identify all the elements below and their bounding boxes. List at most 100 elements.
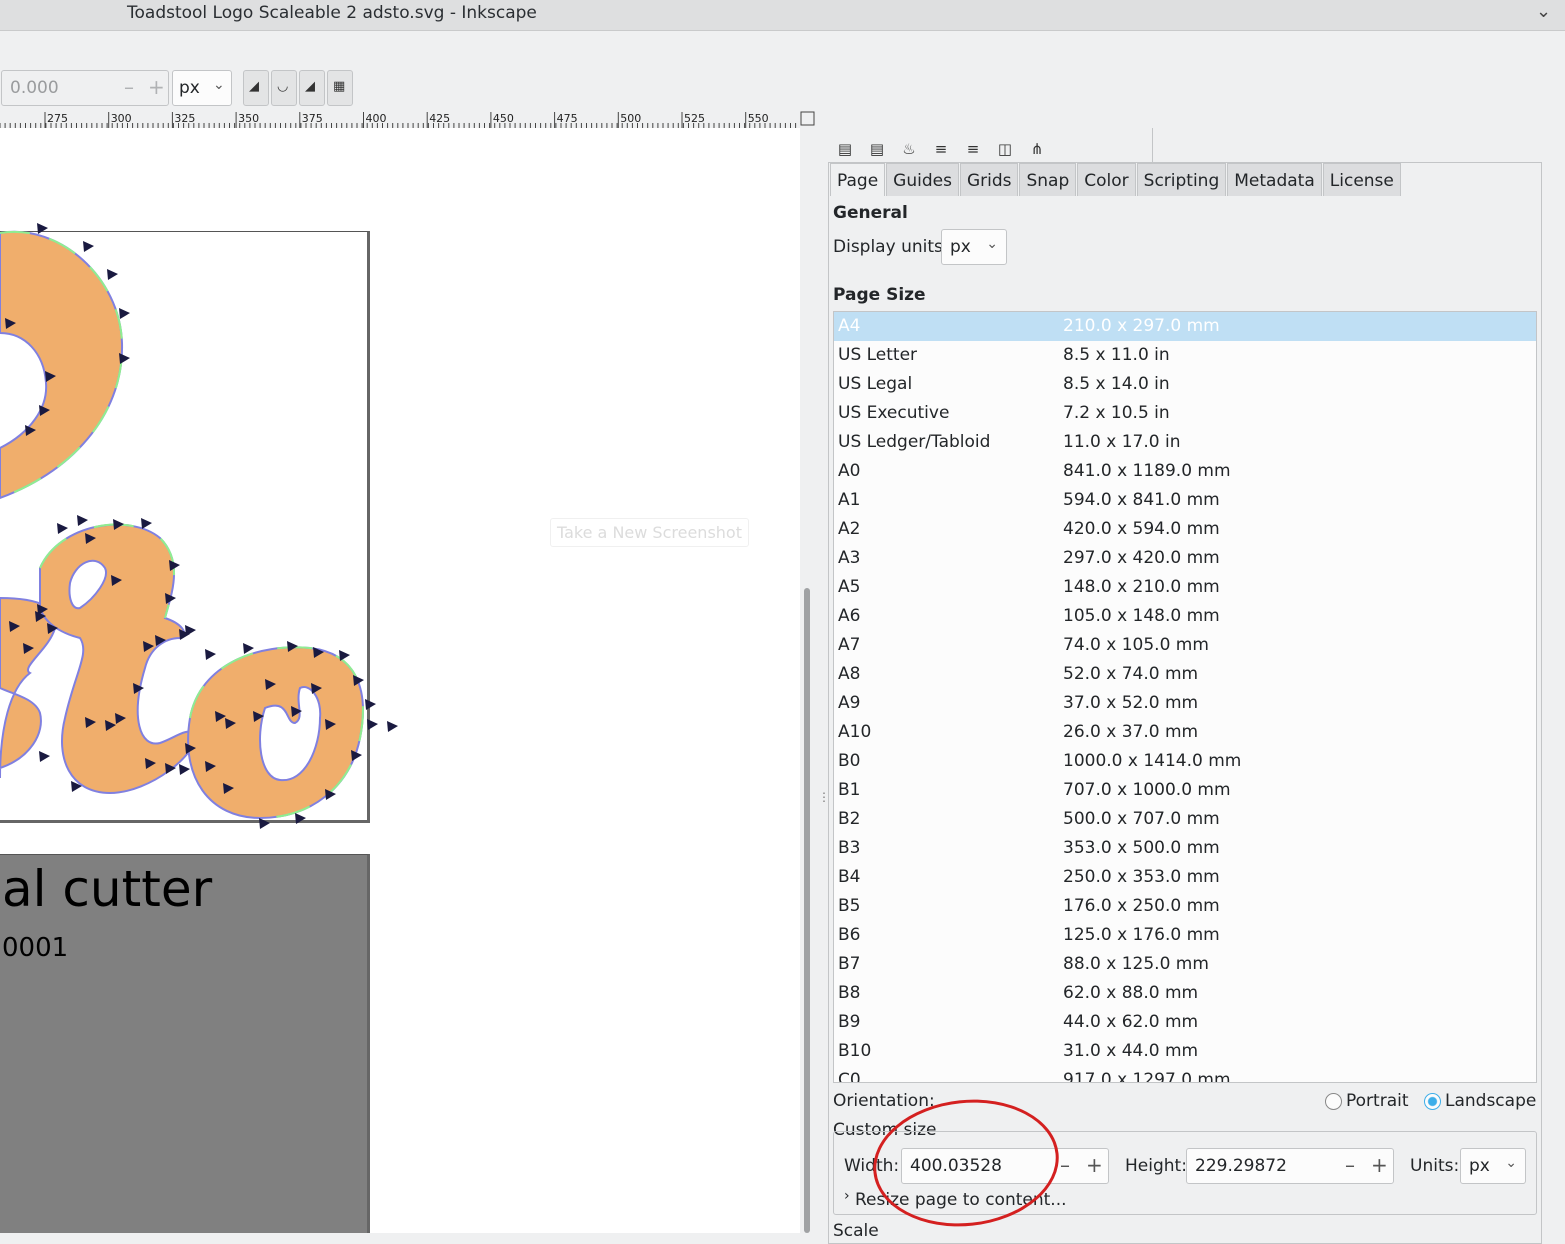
page-size-row[interactable]: B3 353.0 x 500.0 mm: [834, 834, 1536, 863]
page-size-row[interactable]: B4 250.0 x 353.0 mm: [834, 863, 1536, 892]
page-size-dimensions: 594.0 x 841.0 mm: [1063, 490, 1220, 510]
width-decrement-button[interactable]: –: [1060, 1153, 1070, 1177]
landscape-radio[interactable]: [1424, 1093, 1441, 1110]
page-size-row[interactable]: US Executive 7.2 x 10.5 in: [834, 399, 1536, 428]
node-handle[interactable]: [77, 515, 88, 526]
node-handle[interactable]: [205, 649, 216, 660]
snap-toggle-button[interactable]: ▦: [327, 70, 353, 106]
page-size-row[interactable]: US Legal 8.5 x 14.0 in: [834, 370, 1536, 399]
page-size-row[interactable]: A9 37.0 x 52.0 mm: [834, 689, 1536, 718]
page-size-list[interactable]: A4 210.0 x 297.0 mm US Letter 8.5 x 11.0 in…: [833, 311, 1537, 1083]
node-handle[interactable]: [243, 643, 254, 654]
page-size-row[interactable]: B8 62.0 x 88.0 mm: [834, 979, 1536, 1008]
node-handle[interactable]: [37, 223, 48, 234]
page-size-row[interactable]: B6 125.0 x 176.0 mm: [834, 921, 1536, 950]
logo-artwork[interactable]: [0, 128, 800, 848]
page-size-row[interactable]: C0 917.0 x 1297.0 mm: [834, 1066, 1536, 1082]
page-size-row[interactable]: A8 52.0 x 74.0 mm: [834, 660, 1536, 689]
tab-color[interactable]: Color: [1077, 163, 1136, 196]
tab-page[interactable]: Page: [830, 163, 886, 196]
snap-toggle-button[interactable]: ◢: [243, 70, 269, 106]
toolbar-unit-select[interactable]: px ⌄: [172, 70, 232, 106]
node-handle[interactable]: [141, 518, 152, 529]
layers-dock-icon[interactable]: ◫: [992, 136, 1018, 162]
page-size-row[interactable]: B10 31.0 x 44.0 mm: [834, 1037, 1536, 1066]
chevron-down-icon: ⌄: [213, 77, 225, 93]
snap-toggle-button[interactable]: ◢: [299, 70, 325, 106]
node-handle[interactable]: [259, 818, 270, 829]
page-size-row[interactable]: B9 44.0 x 62.0 mm: [834, 1008, 1536, 1037]
page-size-row[interactable]: US Ledger/Tabloid 11.0 x 17.0 in: [834, 428, 1536, 457]
node-handle[interactable]: [387, 721, 398, 732]
increment-button[interactable]: +: [148, 75, 165, 99]
drawing-canvas[interactable]: al cutter 0001 Take a New Screenshot: [0, 128, 800, 1233]
canvas-vertical-scrollbar[interactable]: [800, 128, 818, 1233]
node-handle[interactable]: [179, 764, 190, 775]
value-spinbox[interactable]: 0.000 – +: [1, 70, 169, 106]
horizontal-ruler[interactable]: 275 300 325 350 375 400 425 450 475 500 525 550: [0, 110, 818, 129]
align-dock-icon[interactable]: ≡: [928, 136, 954, 162]
node-handle[interactable]: [339, 650, 350, 661]
fill-stroke-dock-icon[interactable]: ▤: [832, 136, 858, 162]
page-size-row[interactable]: A5 148.0 x 210.0 mm: [834, 573, 1536, 602]
tab-guides[interactable]: Guides: [886, 163, 959, 196]
paint-bucket-dock-icon[interactable]: ♨: [896, 136, 922, 162]
transform-dock-icon[interactable]: ⋔: [1024, 136, 1050, 162]
page-size-row[interactable]: A0 841.0 x 1189.0 mm: [834, 457, 1536, 486]
height-value[interactable]: 229.29872: [1195, 1156, 1287, 1176]
ruler-tick-label: 300: [111, 112, 132, 125]
node-handle[interactable]: [83, 241, 94, 252]
landscape-label[interactable]: Landscape: [1445, 1091, 1536, 1111]
document-properties-dock-icon[interactable]: ▤: [864, 136, 890, 164]
node-handle[interactable]: [39, 751, 50, 762]
page-size-row[interactable]: A3 297.0 x 420.0 mm: [834, 544, 1536, 573]
node-handle[interactable]: [295, 813, 306, 824]
resize-page-to-content-expander[interactable]: Resize page to content...: [855, 1190, 1067, 1210]
page-size-row[interactable]: B5 176.0 x 250.0 mm: [834, 892, 1536, 921]
page-size-row[interactable]: US Letter 8.5 x 11.0 in: [834, 341, 1536, 370]
page-size-row[interactable]: A1 594.0 x 841.0 mm: [834, 486, 1536, 515]
width-increment-button[interactable]: +: [1086, 1153, 1103, 1177]
display-units-select[interactable]: px ⌄: [941, 229, 1007, 265]
text-dock-icon[interactable]: ≡: [960, 136, 986, 162]
page-size-row[interactable]: B2 500.0 x 707.0 mm: [834, 805, 1536, 834]
height-increment-button[interactable]: +: [1371, 1153, 1388, 1177]
node-handle[interactable]: [367, 719, 378, 730]
page-size-row[interactable]: A7 74.0 x 105.0 mm: [834, 631, 1536, 660]
height-decrement-button[interactable]: –: [1345, 1153, 1355, 1177]
tab-grids[interactable]: Grids: [959, 163, 1019, 196]
text-frame[interactable]: al cutter 0001: [0, 854, 370, 1233]
page-size-row[interactable]: A6 105.0 x 148.0 mm: [834, 602, 1536, 631]
custom-size-frame: Width: 400.03528 – + Height: 229.29872 –…: [833, 1131, 1537, 1215]
page-size-name: A1: [838, 490, 861, 510]
value-spinbox-text[interactable]: 0.000: [10, 78, 59, 98]
page-size-row[interactable]: A2 420.0 x 594.0 mm: [834, 515, 1536, 544]
width-value[interactable]: 400.03528: [910, 1156, 1002, 1176]
page-size-row[interactable]: A10 26.0 x 37.0 mm: [834, 718, 1536, 747]
tab-snap[interactable]: Snap: [1019, 163, 1077, 196]
units-select[interactable]: px ⌄: [1460, 1148, 1526, 1184]
snap-toggle-button[interactable]: ◡: [271, 70, 297, 106]
tab-metadata[interactable]: Metadata: [1227, 163, 1322, 196]
node-handle[interactable]: [107, 269, 118, 280]
tab-scripting[interactable]: Scripting: [1136, 163, 1227, 196]
portrait-radio[interactable]: [1325, 1093, 1342, 1110]
decrement-button[interactable]: –: [124, 75, 134, 99]
canvas-text-title: al cutter: [2, 860, 213, 918]
node-handle[interactable]: [365, 699, 376, 710]
take-screenshot-button[interactable]: Take a New Screenshot: [550, 518, 749, 547]
width-field[interactable]: 400.03528 – +: [901, 1148, 1109, 1184]
height-field[interactable]: 229.29872 – +: [1186, 1148, 1394, 1184]
page-size-row[interactable]: B7 88.0 x 125.0 mm: [834, 950, 1536, 979]
page-size-row[interactable]: B1 707.0 x 1000.0 mm: [834, 776, 1536, 805]
scrollbar-thumb[interactable]: [804, 588, 810, 1233]
node-handle[interactable]: [119, 308, 130, 319]
page-size-row[interactable]: B0 1000.0 x 1414.0 mm: [834, 747, 1536, 776]
chevron-right-icon[interactable]: ›: [844, 1188, 850, 1204]
page-size-row[interactable]: A4 210.0 x 297.0 mm: [834, 312, 1536, 341]
chevron-down-icon[interactable]: ⌄: [1536, 1, 1551, 22]
node-handle[interactable]: [57, 523, 68, 534]
node-handle[interactable]: [119, 353, 130, 364]
tab-license[interactable]: License: [1322, 163, 1401, 196]
portrait-label[interactable]: Portrait: [1346, 1091, 1409, 1111]
